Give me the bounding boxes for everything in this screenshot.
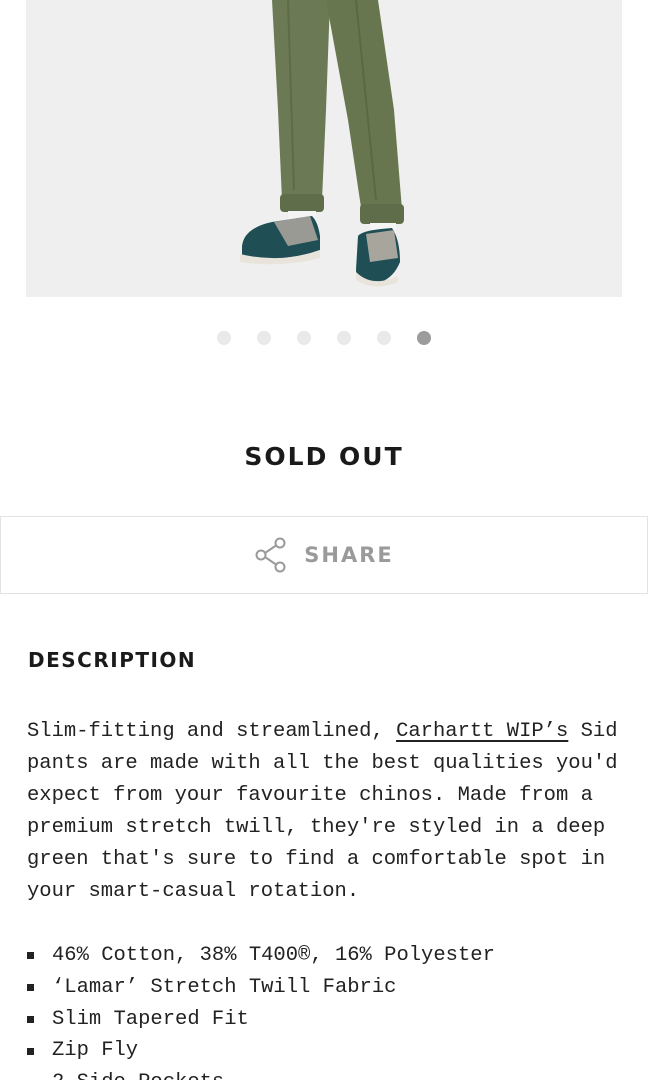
feature-text: 46% Cotton, 38% T400®, 16% Polyester (52, 944, 495, 967)
feature-item: Zip Fly (27, 1035, 495, 1067)
description-heading: DESCRIPTION (28, 648, 197, 672)
brand-link[interactable]: Carhartt WIP’s (396, 720, 568, 743)
description-text: Slim-fitting and streamlined, Carhartt W… (27, 716, 627, 908)
bullet-icon (27, 1015, 34, 1023)
carousel-dot-1[interactable] (217, 331, 231, 345)
feature-text: Zip Fly (52, 1039, 139, 1063)
carousel-indicators (0, 331, 648, 345)
product-image[interactable] (26, 0, 622, 297)
description-intro: Slim-fitting and streamlined, (27, 720, 397, 743)
bullet-icon (27, 1047, 34, 1055)
bullet-icon (27, 984, 34, 992)
carousel-dot-5[interactable] (377, 331, 391, 345)
feature-item: 2 Side Pockets (27, 1067, 495, 1080)
sold-out-label: SOLD OUT (244, 442, 404, 471)
bullet-icon (27, 952, 34, 960)
feature-item: 46% Cotton, 38% T400®, 16% Polyester (27, 940, 495, 972)
carousel-dot-3[interactable] (297, 331, 311, 345)
feature-item: ‘Lamar’ Stretch Twill Fabric (27, 972, 495, 1004)
feature-list: 46% Cotton, 38% T400®, 16% Polyester ‘La… (27, 940, 495, 1080)
share-button[interactable]: SHARE (0, 516, 648, 594)
pants-illustration (240, 0, 404, 287)
carousel-dot-4[interactable] (337, 331, 351, 345)
carousel-dot-6[interactable] (417, 331, 431, 345)
feature-text: Slim Tapered Fit (52, 1007, 249, 1031)
feature-text: 2 Side Pockets (52, 1067, 224, 1080)
description-body: Sid pants are made with all the best qua… (27, 720, 618, 903)
carousel-dot-2[interactable] (257, 331, 271, 345)
product-page: SOLD OUT SHARE DESCRIPTION Slim-fitting … (0, 0, 648, 1080)
feature-item: Slim Tapered Fit (27, 1004, 495, 1036)
feature-text: ‘Lamar’ Stretch Twill Fabric (52, 975, 397, 999)
share-label: SHARE (304, 543, 394, 567)
share-icon (255, 537, 286, 573)
